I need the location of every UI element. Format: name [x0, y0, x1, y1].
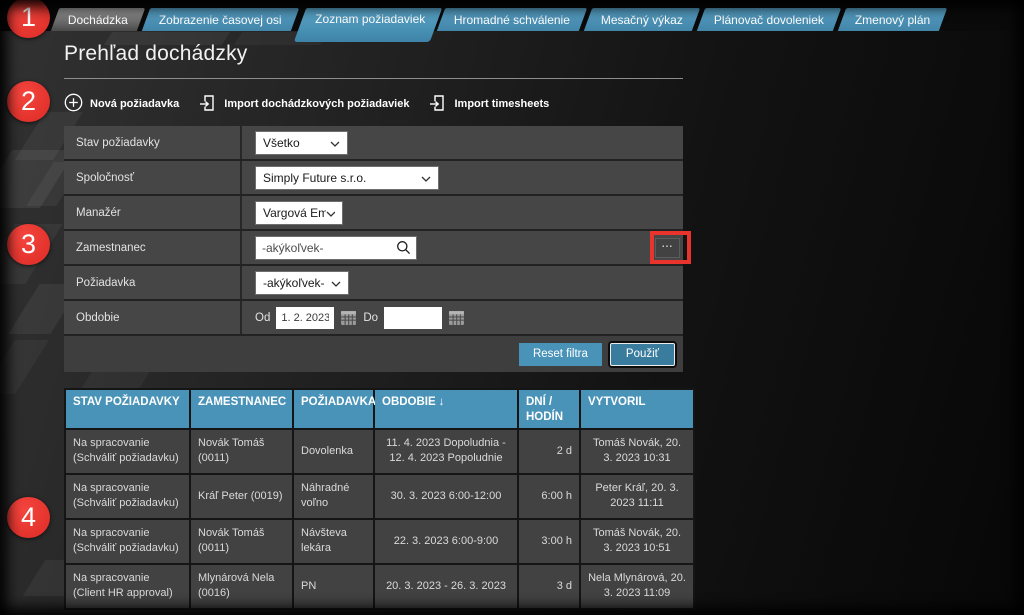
filter-label: Stav požiadavky — [64, 126, 240, 159]
filter-row-request-type: Požiadavka -akýkoľvek- — [64, 266, 683, 301]
reset-filter-button[interactable]: Reset filtra — [519, 343, 602, 366]
search-icon[interactable] — [396, 240, 411, 255]
column-header-request[interactable]: POŽIADAVKA — [294, 390, 373, 428]
chevron-down-icon — [331, 276, 341, 290]
table-cell[interactable]: Náhradné voľno — [294, 475, 373, 518]
requests-table: STAV POŽIADAVKY ZAMESTNANEC POŽIADAVKA O… — [64, 388, 695, 610]
request-type-select[interactable]: -akýkoľvek- — [255, 271, 349, 295]
annotation-marker-1: 1 — [7, 0, 50, 38]
apply-filter-button[interactable]: Použiť — [610, 343, 675, 366]
filter-label: Spoločnosť — [64, 161, 240, 194]
tab-zobrazenie-casovej-osi[interactable]: Zobrazenie časovej osi — [142, 8, 299, 31]
table-cell[interactable]: Tomáš Novák, 20. 3. 2023 10:51 — [581, 520, 693, 563]
sort-descending-icon: ↓ — [439, 396, 445, 408]
table-cell[interactable]: Na spracovanie (Schváliť požiadavku) — [66, 520, 189, 563]
column-header-created-by[interactable]: VYTVORIL — [581, 390, 693, 428]
table-cell[interactable]: Peter Kráľ, 20. 3. 2023 11:11 — [581, 475, 693, 518]
table-cell[interactable]: Návšteva lekára — [294, 520, 373, 563]
table-cell[interactable]: 22. 3. 2023 6:00-9:00 — [375, 520, 517, 563]
tab-hromadne-schvalenie[interactable]: Hromadné schválenie — [437, 8, 587, 31]
tab-dochadzka[interactable]: Dochádzka — [51, 8, 145, 31]
page-title: Prehľad dochádzky — [64, 42, 247, 66]
action-toolbar: Nová požiadavka Import dochádzkových pož… — [64, 92, 549, 116]
background-shape — [0, 340, 49, 394]
title-divider — [64, 78, 683, 79]
table-cell[interactable]: 20. 3. 2023 - 26. 3. 2023 — [375, 565, 517, 608]
table-cell[interactable]: Nela Mlynárová, 20. 3. 2023 11:09 — [581, 565, 693, 608]
date-to-label: Do — [363, 312, 378, 324]
table-cell[interactable]: Kráľ Peter (0019) — [191, 475, 292, 518]
tab-mesacny-vykaz[interactable]: Mesačný výkaz — [584, 8, 700, 31]
filter-label: Zamestnanec — [64, 231, 240, 264]
date-to-input[interactable] — [384, 307, 442, 329]
tab-zoznam-poziadaviek[interactable]: Zoznam požiadaviek — [294, 8, 442, 42]
plus-circle-icon — [64, 93, 83, 115]
calendar-icon[interactable] — [340, 309, 357, 326]
annotation-marker-2: 2 — [7, 81, 50, 122]
top-tab-bar: Dochádzka Zobrazenie časovej osi Zoznam … — [55, 8, 943, 42]
filter-actions-row: Reset filtra Použiť — [64, 336, 683, 372]
employee-search-input[interactable] — [256, 241, 396, 255]
table-cell[interactable]: PN — [294, 565, 373, 608]
column-header-employee[interactable]: ZAMESTNANEC — [191, 390, 292, 428]
manager-select[interactable]: Vargová Ema — [255, 201, 343, 225]
table-cell[interactable]: Mlynárová Nela (0016) — [191, 565, 292, 608]
annotation-marker-3: 3 — [7, 224, 50, 265]
table-cell[interactable]: Na spracovanie (Schváliť požiadavku) — [66, 475, 189, 518]
date-from-label: Od — [255, 312, 270, 324]
column-header-status[interactable]: STAV POŽIADAVKY — [66, 390, 189, 428]
request-status-select[interactable]: Všetko — [255, 131, 348, 155]
filter-row-employee: Zamestnanec ... — [64, 231, 683, 266]
table-cell[interactable]: Tomáš Novák, 20. 3. 2023 10:31 — [581, 430, 693, 473]
table-cell[interactable]: 2 d — [519, 430, 579, 473]
filter-label: Obdobie — [64, 301, 240, 334]
import-attendance-requests-button[interactable]: Import dochádzkových požiadaviek — [199, 94, 409, 115]
filter-row-request-status: Stav požiadavky Všetko — [64, 126, 683, 161]
import-timesheets-button[interactable]: Import timesheets — [429, 94, 549, 115]
table-cell[interactable]: Na spracovanie (Schváliť požiadavku) — [66, 430, 189, 473]
table-cell[interactable]: 6:00 h — [519, 475, 579, 518]
company-select[interactable]: Simply Future s.r.o. — [255, 166, 439, 190]
employee-search-box — [255, 236, 417, 260]
table-cell[interactable]: 3 d — [519, 565, 579, 608]
chevron-down-icon — [326, 206, 335, 220]
filter-row-manager: Manažér Vargová Ema — [64, 196, 683, 231]
filter-label: Požiadavka — [64, 266, 240, 299]
table-cell[interactable]: Dovolenka — [294, 430, 373, 473]
filter-row-period: Obdobie Od Do — [64, 301, 683, 336]
chevron-down-icon — [330, 136, 340, 150]
date-from-input[interactable] — [276, 307, 334, 329]
import-document-icon — [429, 94, 447, 115]
new-request-button[interactable]: Nová požiadavka — [64, 93, 179, 115]
column-header-period[interactable]: OBDOBIE↓ — [375, 390, 517, 428]
table-cell[interactable]: Na spracovanie (Client HR approval) — [66, 565, 189, 608]
table-cell[interactable]: Novák Tomáš (0011) — [191, 430, 292, 473]
column-header-days-hours[interactable]: DNÍ / HODÍN — [519, 390, 579, 428]
filter-label: Manažér — [64, 196, 240, 229]
employee-more-options-button[interactable]: ... — [655, 238, 680, 258]
table-cell[interactable]: Novák Tomáš (0011) — [191, 520, 292, 563]
attendance-app-window: Dochádzka Zobrazenie časovej osi Zoznam … — [0, 0, 1024, 615]
table-cell[interactable]: 11. 4. 2023 Dopoludnia - 12. 4. 2023 Pop… — [375, 430, 517, 473]
calendar-icon[interactable] — [448, 309, 465, 326]
import-document-icon — [199, 94, 217, 115]
annotation-marker-4: 4 — [7, 497, 50, 538]
tab-planovac-dovoleniek[interactable]: Plánovač dovoleniek — [697, 8, 841, 31]
chevron-down-icon — [421, 171, 431, 185]
tab-zmenovy-plan[interactable]: Zmenový plán — [838, 8, 948, 31]
filter-panel: Stav požiadavky Všetko Spoločnosť Simply… — [64, 126, 683, 372]
table-cell[interactable]: 3:00 h — [519, 520, 579, 563]
table-cell[interactable]: 30. 3. 2023 6:00-12:00 — [375, 475, 517, 518]
filter-row-company: Spoločnosť Simply Future s.r.o. — [64, 161, 683, 196]
